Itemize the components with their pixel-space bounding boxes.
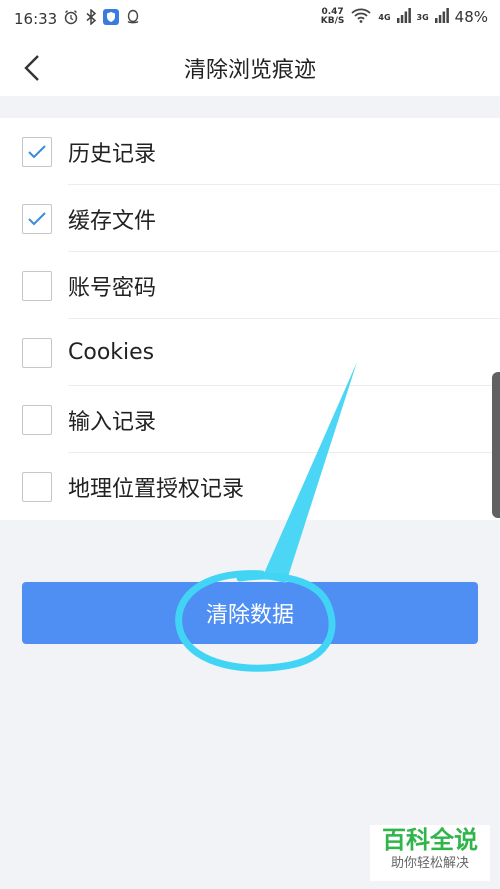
option-label: 缓存文件 [68,208,157,234]
option-cache[interactable]: 缓存文件 [0,185,500,252]
watermark-logo: 百科全说 助你轻松解决 [370,825,490,881]
network-type-1: 4G [378,12,391,22]
qq-icon [125,9,141,29]
page-title: 清除浏览痕迹 [183,58,316,83]
status-bar-right: 0.47 KB/S 4G 3G 48% [321,7,488,27]
checkbox-cookies[interactable] [22,337,52,368]
option-label: 账号密码 [68,275,157,301]
network-type-2: 3G [416,12,429,22]
network-speed: 0.47 KB/S [321,8,345,26]
watermark-title: 百科全说 [382,826,478,854]
status-time: 16:33 [14,10,58,28]
option-history[interactable]: 历史记录 [0,118,500,185]
checkbox-location-permissions[interactable] [22,471,52,502]
checkbox-cache[interactable] [22,203,52,234]
option-label: 历史记录 [68,141,157,167]
option-label: 输入记录 [68,409,157,435]
status-bar: 16:33 0.47 KB/S 4G 3G 48% [0,0,500,36]
option-input-history[interactable]: 输入记录 [0,386,500,453]
scroll-handle[interactable] [492,372,500,518]
signal-icon-2 [434,7,449,27]
options-list: 历史记录 缓存文件 账号密码 Cookies 输入记录 地理位置授权记录 [0,118,500,520]
option-location-permissions[interactable]: 地理位置授权记录 [0,453,500,520]
checkbox-passwords[interactable] [22,270,52,301]
checkbox-input-history[interactable] [22,404,52,435]
wifi-icon [350,7,372,27]
alarm-icon [63,9,79,29]
speed-unit: KB/S [320,16,345,26]
option-label: Cookies [68,340,155,365]
clear-data-button[interactable]: 清除数据 [22,582,478,644]
option-cookies[interactable]: Cookies [0,319,500,386]
shield-app-icon [103,9,120,29]
signal-icon [396,7,411,27]
clear-data-label: 清除数据 [205,603,294,628]
battery-level: 48% [454,8,488,26]
option-passwords[interactable]: 账号密码 [0,252,500,319]
status-bar-left: 16:33 [14,8,141,29]
bluetooth-icon [85,8,97,29]
checkbox-history[interactable] [22,136,52,167]
watermark-subtitle: 助你轻松解决 [390,856,469,871]
page-header: 清除浏览痕迹 [0,36,500,96]
option-label: 地理位置授权记录 [68,476,245,502]
